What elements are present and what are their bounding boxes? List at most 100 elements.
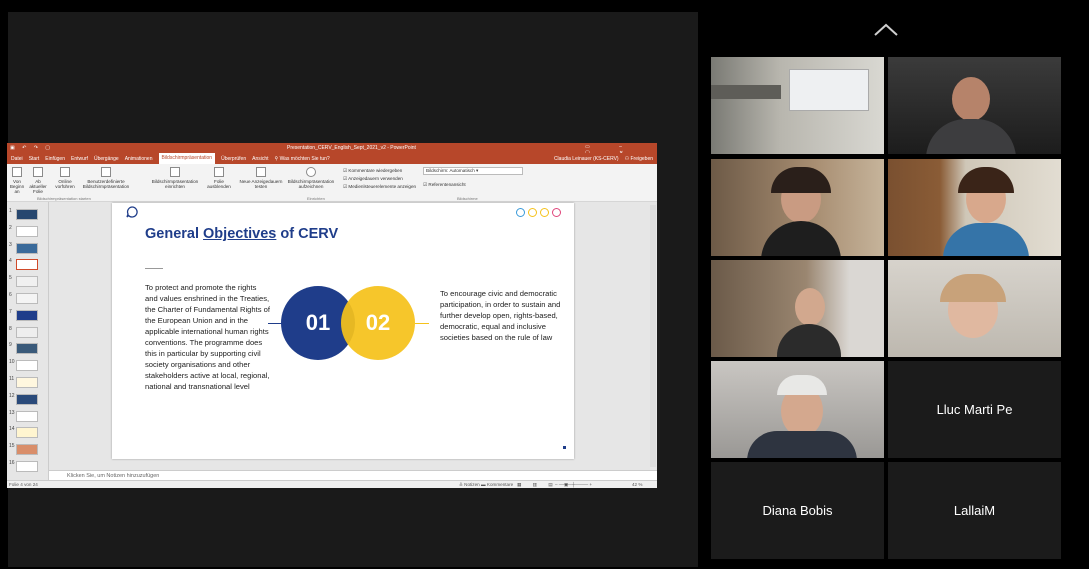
slide-thumbnail[interactable]: 16	[9, 460, 41, 473]
notes-toggle[interactable]: ≙ Notizen	[459, 482, 480, 488]
pink-circle-icon	[552, 208, 561, 217]
thumbnail-image	[16, 309, 38, 321]
objective-2-text: To encourage civic and democratic partic…	[440, 289, 561, 342]
blue-circle-icon	[516, 208, 525, 217]
title-divider	[145, 268, 163, 269]
checkbox-comments[interactable]: ☑ Kommentare wiedergeben	[343, 167, 416, 175]
thumbnail-image	[16, 444, 38, 456]
monitor-select[interactable]: Bildschirm: Automatisch ▾	[423, 167, 523, 175]
collapse-chevron-icon[interactable]	[872, 21, 900, 39]
custom-show-icon	[101, 167, 111, 177]
slide-thumbnail[interactable]: 15	[9, 443, 41, 456]
record-icon	[306, 167, 316, 177]
vertical-scrollbar[interactable]	[650, 205, 656, 467]
video-tile-woman-headphones[interactable]	[711, 159, 884, 256]
group-monitors-label: Bildschirme	[457, 196, 478, 201]
slide-thumbnail[interactable]: 6	[9, 292, 41, 305]
online-icon	[60, 167, 70, 177]
slide-thumbnail[interactable]: 1	[9, 208, 41, 221]
tab-review[interactable]: Überprüfen	[221, 156, 246, 162]
from-beginning-button[interactable]: Von Beginn an	[9, 167, 25, 194]
room-wall-sign	[711, 85, 781, 99]
online-present-button[interactable]: Online vorführen	[53, 167, 77, 189]
participant-name: Lluc Marti Pe	[936, 402, 1013, 417]
video-tile-woman-3[interactable]	[711, 260, 884, 357]
slide-thumbnail[interactable]: 14	[9, 426, 41, 439]
setup-show-button[interactable]: Bildschirmpräsentation einrichten	[147, 167, 203, 189]
connector-line-left	[268, 323, 282, 324]
notes-pane[interactable]: Klicken Sie, um Notizen hinzuzufügen	[49, 470, 657, 480]
thumbnail-image	[16, 209, 38, 220]
objective-2-circle: 02	[341, 286, 415, 360]
thumbnail-number: 16	[9, 460, 15, 466]
slide-thumbnail[interactable]: 10	[9, 359, 41, 372]
video-tile-active-speaker[interactable]	[888, 159, 1061, 256]
slide-thumbnail[interactable]: 7	[9, 309, 41, 322]
zoom-slider[interactable]: – ────┼──── +	[555, 482, 592, 487]
tab-design[interactable]: Entwurf	[71, 156, 88, 162]
slide-thumbnail[interactable]: 9	[9, 342, 41, 355]
comments-toggle[interactable]: ▬ Kommentare	[481, 482, 513, 487]
tell-me-search[interactable]: ⚲ Was möchten Sie tun?	[275, 156, 330, 162]
slide-thumbnail[interactable]: 2	[9, 225, 41, 238]
participant-tile-lluc[interactable]: Lluc Marti Pe	[888, 361, 1061, 458]
thumbnail-image	[16, 461, 38, 472]
tab-insert[interactable]: Einfügen	[45, 156, 65, 162]
thumbnail-number: 6	[9, 292, 12, 298]
group-start-label: Bildschirmpräsentation starten	[37, 196, 91, 201]
video-tile-room[interactable]	[711, 57, 884, 154]
tab-view[interactable]: Ansicht	[252, 156, 268, 162]
slide-thumbnail[interactable]: 11	[9, 376, 41, 389]
thumbnail-number: 2	[9, 224, 12, 231]
rehearse-button[interactable]: Neue Anzeigedauern testen	[239, 167, 283, 189]
yellow-circle-icon	[540, 208, 549, 217]
thumbnail-number: 1	[9, 208, 12, 214]
slide-thumbnail[interactable]: 8	[9, 326, 41, 339]
thumbnail-image	[16, 242, 38, 254]
participant-tile-diana[interactable]: Diana Bobis	[711, 462, 884, 559]
slide-thumbnail[interactable]: 5	[9, 275, 41, 288]
thumbnail-number: 5	[9, 275, 12, 282]
thumbnail-number: 15	[9, 443, 15, 450]
setup-checkboxes: ☑ Kommentare wiedergeben ☑ Anzeigedauern…	[343, 167, 416, 191]
record-button[interactable]: Bildschirmpräsentation aufzeichnen	[283, 167, 339, 189]
zoom-level[interactable]: 42 %	[632, 482, 642, 487]
person-face	[795, 288, 825, 326]
speech-bubble-icon	[126, 206, 138, 218]
thumbnail-number: 13	[9, 409, 15, 416]
thumbnail-image	[16, 410, 38, 422]
checkbox-media[interactable]: ☑ Medienlsteuerelemente anzeigen	[343, 183, 416, 191]
connector-line-right	[415, 323, 429, 324]
thumbnail-number: 8	[9, 325, 12, 332]
video-tile-older-man[interactable]	[711, 361, 884, 458]
presenter-view-checkbox[interactable]: ☑ Referentenansicht	[423, 182, 466, 188]
person-body	[747, 431, 857, 458]
projector-screen	[789, 69, 869, 111]
tab-animations[interactable]: Animationen	[125, 156, 153, 162]
tab-home[interactable]: Start	[29, 156, 40, 162]
checkbox-timings[interactable]: ☑ Anzeigedauern verwenden	[343, 175, 416, 183]
custom-show-button[interactable]: Benutzerdefinierte Bildschirmpräsentatio…	[81, 167, 131, 189]
thumbnail-image	[16, 343, 38, 355]
slide-thumbnail[interactable]: 13	[9, 410, 41, 423]
video-tile-man[interactable]	[888, 57, 1061, 154]
slide-thumbnail[interactable]: 4	[9, 258, 41, 271]
objective-1-text: To protect and promote the rights and va…	[145, 283, 270, 391]
participant-tile-lallai[interactable]: LallaiM	[888, 462, 1061, 559]
setup-icon	[170, 167, 180, 177]
thumbnail-number: 9	[9, 342, 12, 349]
thumbnail-image	[16, 377, 38, 388]
tab-transitions[interactable]: Übergänge	[94, 156, 119, 162]
slide-thumbnail[interactable]: 12	[9, 393, 41, 406]
thumbnail-image	[16, 259, 38, 271]
hide-slide-button[interactable]: Folie ausblenden	[205, 167, 233, 189]
share-button[interactable]: ⚇ Freigeben	[625, 156, 657, 162]
window-title: Presentation_CERV_English_Sept_2021_v2 -…	[287, 145, 416, 151]
tab-slideshow[interactable]: Bildschirmpräsentation	[158, 153, 216, 164]
tab-file[interactable]: Datei	[11, 156, 23, 162]
thumbnail-image	[16, 293, 38, 304]
video-tile-woman-4[interactable]	[888, 260, 1061, 357]
from-current-button[interactable]: Ab aktueller Folie	[27, 167, 49, 194]
slide-thumbnail[interactable]: 3	[9, 242, 41, 255]
quick-access-icons[interactable]: ▣ ↶ ↷ ▢	[10, 145, 53, 151]
